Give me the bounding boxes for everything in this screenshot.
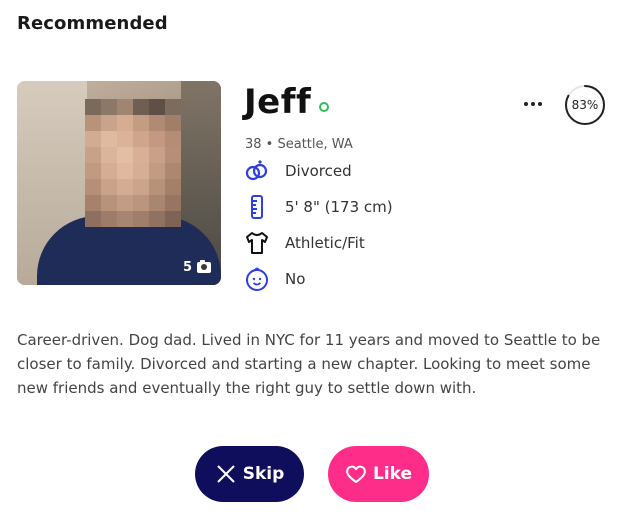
- pixel-block: [149, 147, 165, 163]
- pixel-block: [165, 163, 181, 179]
- pixel-block: [85, 99, 101, 115]
- pixel-block: [85, 115, 101, 131]
- pixel-block: [85, 195, 101, 211]
- pixel-block: [117, 195, 133, 211]
- pixel-block: [101, 131, 117, 147]
- attribute-children: No: [244, 266, 305, 292]
- attribute-label: No: [285, 270, 306, 288]
- section-title: Recommended: [17, 13, 168, 34]
- pixel-block: [165, 131, 181, 147]
- pixel-block: [117, 115, 133, 131]
- rings-icon: [244, 158, 270, 184]
- pixel-block: [133, 179, 149, 195]
- dot-icon: [531, 102, 535, 106]
- pixel-block: [101, 195, 117, 211]
- pixel-block: [85, 179, 101, 195]
- match-percentage-value: 83%: [571, 98, 599, 112]
- camera-icon: [197, 260, 211, 273]
- pixelated-face: [85, 99, 181, 227]
- pixel-block: [149, 163, 165, 179]
- pixel-block: [149, 179, 165, 195]
- pixel-block: [85, 147, 101, 163]
- pixel-block: [133, 195, 149, 211]
- pixel-block: [133, 163, 149, 179]
- pixel-block: [149, 115, 165, 131]
- profile-name: Jeff: [244, 82, 312, 122]
- pixel-block: [149, 211, 165, 227]
- pixel-block: [101, 179, 117, 195]
- pixel-block: [149, 99, 165, 115]
- skip-button[interactable]: Skip: [195, 446, 304, 502]
- photo-count-value: 5: [182, 260, 192, 275]
- skip-button-label: Skip: [242, 464, 285, 484]
- pixel-block: [101, 115, 117, 131]
- heart-icon: [346, 465, 366, 483]
- pixel-block: [101, 211, 117, 227]
- attribute-label: Divorced: [285, 162, 352, 180]
- attribute-height: 5' 8" (173 cm): [244, 194, 393, 220]
- name-row: Jeff: [244, 82, 330, 122]
- photo-count[interactable]: 5: [183, 260, 211, 275]
- attribute-relationship: Divorced: [244, 158, 352, 184]
- pixel-block: [133, 115, 149, 131]
- dot-icon: [538, 102, 542, 106]
- attribute-label: Athletic/Fit: [285, 234, 365, 252]
- shirt-icon: [244, 230, 270, 256]
- baby-face-icon: [244, 266, 270, 292]
- ruler-icon: [244, 194, 270, 220]
- pixel-block: [133, 211, 149, 227]
- pixel-block: [149, 195, 165, 211]
- more-options-button[interactable]: [522, 94, 544, 114]
- like-button[interactable]: Like: [328, 446, 429, 502]
- pixel-block: [165, 147, 181, 163]
- pixel-block: [165, 99, 181, 115]
- pixel-block: [165, 195, 181, 211]
- pixel-block: [149, 131, 165, 147]
- like-button-label: Like: [372, 464, 413, 484]
- match-percentage: 83%: [564, 84, 606, 126]
- pixel-block: [117, 179, 133, 195]
- pixel-block: [85, 163, 101, 179]
- pixel-block: [165, 179, 181, 195]
- pixel-block: [117, 147, 133, 163]
- pixel-block: [133, 131, 149, 147]
- age-location: 38 • Seattle, WA: [245, 137, 353, 152]
- close-icon: [217, 465, 235, 483]
- dot-icon: [524, 102, 528, 106]
- pixel-block: [85, 211, 101, 227]
- pixel-block: [165, 115, 181, 131]
- online-status-icon: [319, 102, 330, 112]
- pixel-block: [101, 163, 117, 179]
- pixel-block: [133, 99, 149, 115]
- pixel-block: [117, 163, 133, 179]
- profile-bio: Career-driven. Dog dad. Lived in NYC for…: [17, 331, 601, 397]
- pixel-block: [117, 131, 133, 147]
- pixel-block: [117, 211, 133, 227]
- pixel-block: [117, 99, 133, 115]
- pixel-block: [101, 99, 117, 115]
- pixel-block: [165, 211, 181, 227]
- profile-photo[interactable]: 5: [17, 81, 221, 285]
- pixel-block: [133, 147, 149, 163]
- pixel-block: [85, 131, 101, 147]
- pixel-block: [101, 147, 117, 163]
- attribute-body-type: Athletic/Fit: [244, 230, 365, 256]
- attribute-label: 5' 8" (173 cm): [285, 198, 393, 216]
